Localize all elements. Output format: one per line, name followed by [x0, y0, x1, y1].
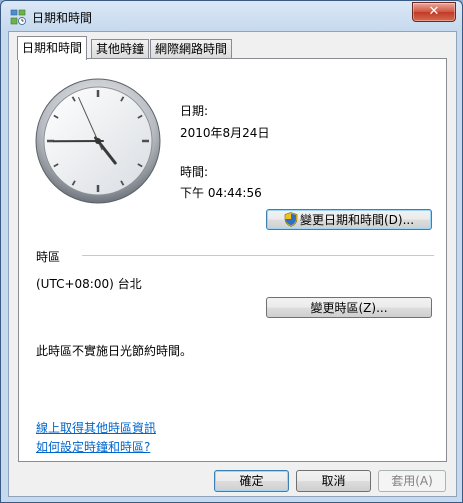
time-label: 時間:	[180, 165, 209, 179]
change-timezone-button[interactable]: 變更時區(Z)...	[266, 297, 432, 318]
ok-label: 確定	[239, 474, 264, 488]
clock-center-pin	[95, 138, 101, 144]
tab-panel-date-time: 日期: 2010年8月24日 時間: 下午 04:44:56 變更日期和時間(D…	[18, 58, 447, 462]
date-value: 2010年8月24日	[180, 126, 270, 140]
window-title: 日期和時間	[32, 11, 93, 25]
ok-button[interactable]: 確定	[214, 470, 289, 492]
tab-internet-time[interactable]: 網際網路時間	[150, 39, 233, 59]
apply-button[interactable]: 套用(A)	[378, 470, 446, 492]
tab-date-time[interactable]: 日期和時間	[17, 36, 88, 60]
date-time-app-icon	[10, 9, 26, 25]
date-label: 日期:	[180, 104, 209, 118]
title-bar[interactable]: 日期和時間 ✕	[1, 1, 462, 31]
change-date-time-label: 變更日期和時間(D)...	[299, 213, 415, 227]
timezone-separator	[82, 255, 434, 256]
change-date-time-button[interactable]: 變更日期和時間(D)...	[266, 209, 432, 230]
uac-shield-icon	[284, 212, 298, 227]
timezone-section-label: 時區	[36, 250, 61, 264]
online-timezone-info-link[interactable]: 線上取得其他時區資訊	[36, 419, 156, 436]
tab-additional-clocks[interactable]: 其他時鐘	[91, 39, 150, 59]
time-value: 下午 04:44:56	[180, 186, 262, 200]
tab-label: 其他時鐘	[96, 42, 145, 56]
timezone-value: (UTC+08:00) 台北	[36, 277, 142, 291]
dialog-client-area: 日期和時間 其他時鐘 網際網路時間 日期: 2010年8月24日 時間: 下午 …	[8, 31, 457, 497]
close-icon: ✕	[428, 4, 440, 19]
close-button[interactable]: ✕	[412, 2, 456, 22]
apply-label: 套用(A)	[391, 474, 433, 488]
change-timezone-label: 變更時區(Z)...	[310, 301, 388, 315]
dst-note: 此時區不實施日光節約時間。	[36, 344, 193, 358]
tab-label: 網際網路時間	[155, 42, 228, 56]
date-time-dialog: 日期和時間 ✕ 日期和時間 其他時鐘 網際網路時間 日期: 2010年8月24日…	[0, 0, 463, 503]
how-to-set-clock-link[interactable]: 如何設定時鐘和時區?	[36, 438, 150, 455]
tab-label: 日期和時間	[22, 41, 83, 55]
cancel-label: 取消	[321, 474, 346, 488]
cancel-button[interactable]: 取消	[296, 470, 371, 492]
analog-clock	[35, 78, 161, 204]
